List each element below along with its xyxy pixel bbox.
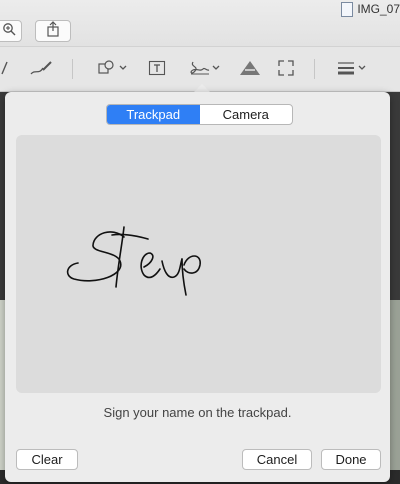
- toolbar-separator: [314, 59, 315, 79]
- document-icon: [341, 1, 354, 17]
- signature-instruction: Sign your name on the trackpad.: [103, 405, 292, 420]
- pen-icon: [0, 60, 11, 81]
- document-title: IMG_07: [341, 0, 400, 18]
- zoom-in-button[interactable]: [0, 20, 22, 42]
- window-titlebar: IMG_07: [0, 0, 400, 46]
- toolbar-separator: [72, 59, 73, 79]
- signature-button[interactable]: [186, 59, 224, 81]
- input-source-segmented-control: Trackpad Camera: [106, 104, 293, 125]
- tab-trackpad[interactable]: Trackpad: [107, 105, 200, 124]
- cancel-button[interactable]: Cancel: [242, 449, 312, 470]
- share-button[interactable]: [35, 20, 71, 42]
- signature-icon: [187, 59, 223, 82]
- text-icon: [148, 60, 166, 81]
- clear-button[interactable]: Clear: [16, 449, 78, 470]
- signature-stroke: [66, 226, 201, 296]
- share-icon: [46, 20, 60, 42]
- sketch-icon: [29, 59, 55, 82]
- zoom-in-icon: [2, 22, 16, 41]
- shape-style-icon: [335, 60, 369, 81]
- signature-drawing-area[interactable]: [16, 135, 381, 393]
- done-button[interactable]: Done: [321, 449, 381, 470]
- shapes-icon: [97, 59, 129, 81]
- document-filename: IMG_07: [357, 2, 400, 16]
- shape-style-button[interactable]: [334, 59, 370, 81]
- adjust-size-button[interactable]: [276, 59, 296, 81]
- signature-popover: Trackpad Camera Sign your name on the tr…: [5, 92, 390, 482]
- pen-button[interactable]: [0, 59, 12, 81]
- adjust-color-icon: [239, 60, 261, 81]
- shapes-button[interactable]: [96, 59, 130, 81]
- text-button[interactable]: [147, 59, 167, 81]
- tab-camera[interactable]: Camera: [200, 105, 293, 124]
- adjust-color-button[interactable]: [238, 59, 262, 81]
- adjust-size-icon: [277, 59, 295, 82]
- sketch-button[interactable]: [28, 59, 56, 81]
